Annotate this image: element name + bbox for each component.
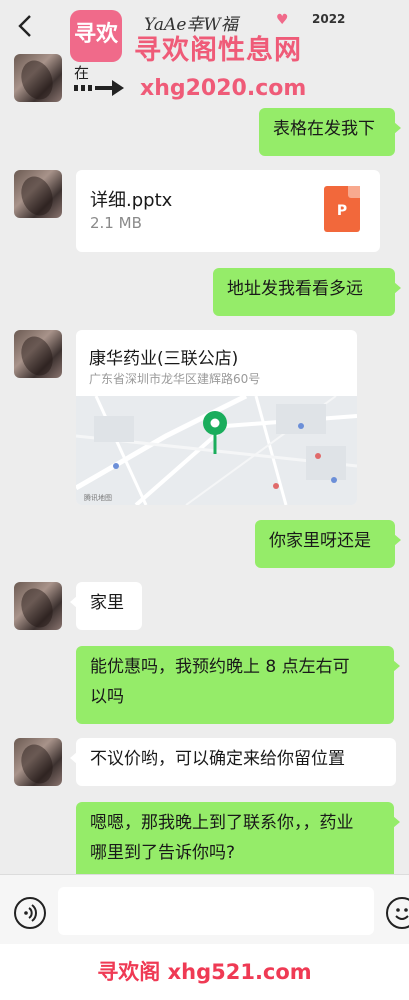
- message-bubble-outgoing[interactable]: 表格在发我下: [259, 108, 401, 156]
- watermark-title: 寻欢阁性息网: [134, 35, 302, 66]
- message-text: 地址发我看看多远: [227, 279, 363, 299]
- file-size: 2.1 MB: [90, 214, 142, 232]
- watermark-url: xhg2020.com: [140, 76, 307, 101]
- message-text: 不议价哟，可以确定来给你留位置: [90, 749, 345, 769]
- heart-icon: ♥: [276, 12, 289, 28]
- chat-header: 寻欢 YaAe幸W福 ♥ 2022 寻欢阁性息网: [0, 0, 409, 66]
- map-preview[interactable]: 腾讯地图: [76, 393, 357, 505]
- message-text: 你家里呀还是: [269, 531, 371, 551]
- message-bubble-outgoing[interactable]: 嗯嗯，那我晚上到了联系你，，药业 哪里到了告诉你吗?: [76, 802, 400, 880]
- avatar[interactable]: [14, 738, 62, 786]
- file-message-card[interactable]: 详细.pptx 2.1 MB P: [76, 170, 380, 252]
- message-bubble-outgoing[interactable]: 能优惠吗，我预约晚上 8 点左右可 以吗: [76, 646, 400, 724]
- chevron-left-icon[interactable]: [12, 12, 40, 40]
- watermark-logo: 寻欢: [70, 10, 122, 62]
- location-pin-icon: [203, 411, 227, 454]
- voice-icon[interactable]: [14, 897, 46, 929]
- input-bar: [0, 874, 409, 944]
- map-credit: 腾讯地图: [84, 494, 112, 502]
- location-name: 康华药业(三联公店): [89, 349, 239, 369]
- message-bubble-incoming[interactable]: 家里: [70, 582, 142, 630]
- message-text-line: 哪里到了告诉你吗?: [90, 843, 236, 863]
- message-text: 表格在发我下: [273, 119, 375, 139]
- avatar[interactable]: [14, 170, 62, 218]
- emoji-icon[interactable]: [386, 897, 409, 929]
- location-address: 广东省深圳市龙华区建辉路60号: [89, 372, 261, 386]
- location-message-card[interactable]: 康华药业(三联公店) 广东省深圳市龙华区建辉路60号 腾讯地图: [76, 330, 357, 505]
- message-text-line: 以吗: [90, 687, 124, 707]
- message-text-line: 能优惠吗，我预约晚上 8 点左右可: [90, 657, 350, 677]
- footer-watermark: 寻欢阁 xhg521.com: [0, 944, 409, 1000]
- avatar[interactable]: [14, 330, 62, 378]
- message-bubble-outgoing[interactable]: 你家里呀还是: [255, 520, 401, 568]
- file-name: 详细.pptx: [90, 190, 173, 211]
- message-bubble-outgoing[interactable]: 地址发我看看多远: [213, 268, 401, 316]
- arrow-right-icon: [74, 80, 124, 96]
- avatar[interactable]: [14, 582, 62, 630]
- chat-title-year: 2022: [312, 12, 346, 26]
- message-text-line: 嗯嗯，那我晚上到了联系你，，药业: [90, 813, 354, 833]
- message-input[interactable]: [58, 887, 374, 935]
- message-text: 家里: [90, 593, 124, 613]
- avatar[interactable]: [14, 54, 62, 102]
- message-bubble-incoming[interactable]: 不议价哟，可以确定来给你留位置: [70, 738, 396, 786]
- pptx-file-icon: P: [324, 186, 360, 232]
